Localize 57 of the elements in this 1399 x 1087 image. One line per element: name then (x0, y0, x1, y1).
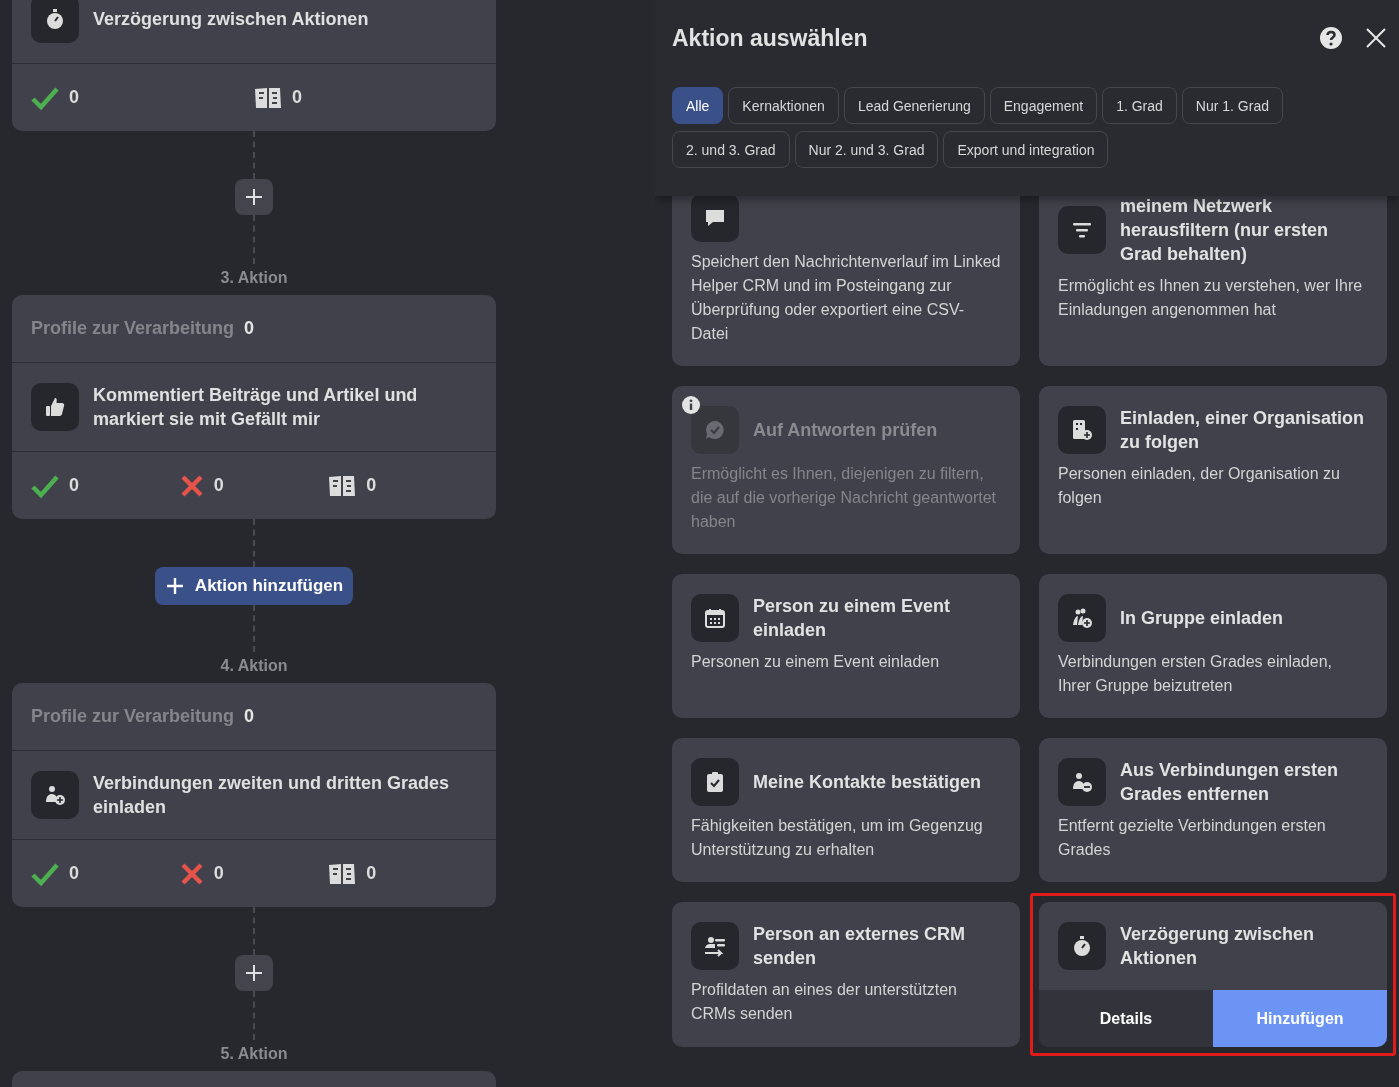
action-title: Person zu einem Event einladen (753, 595, 952, 642)
action-description: Verbindungen ersten Grades einladen, Ihrer Gruppe beizutreten (1058, 652, 1333, 696)
action-description: Personen zu einem Event einladen (691, 652, 941, 672)
action-title: Verzögerung zwischen Aktionen (1120, 923, 1316, 970)
action-description: Ermöglicht es Ihnen, diejenigen zu filtern, die auf die vorherige Nachricht geantwortet haben (691, 464, 998, 532)
filter-chip[interactable]: 1. Grad (1102, 87, 1177, 124)
stat-count: 0 (69, 87, 79, 108)
filter-chip[interactable]: 2. und 3. Grad (672, 131, 790, 168)
action-description: Personen einladen, der Organisation zu folgen (1058, 464, 1341, 508)
action-description: Profildaten an eines der unterstützten CRMs senden (691, 980, 958, 1024)
action-description: Fähigkeiten bestätigen, um im Gegenzug Unterstützung zu erhalten (691, 816, 984, 860)
profiles-label: Profile zur Verarbeitung (31, 706, 235, 727)
action-title: meinem Netzwerk herausfiltern (nur ersten Grad behalten) (1120, 196, 1330, 266)
action-option-card[interactable]: Speichert den Nachrichtenverlauf im Linked Helper CRM und im Posteingang zur Überprüfung oder exportiert eine CSV-Datei (672, 196, 1020, 366)
action-option-card[interactable]: Verzögerung zwischen Aktionen Details Hinzufügen (1039, 902, 1387, 1047)
action-title: Person an externes CRM senden (753, 923, 967, 970)
step-label: 4. Aktion (220, 657, 288, 675)
stat-count: 0 (69, 863, 79, 884)
action-description: Entfernt gezielte Verbindungen ersten Grades (1058, 816, 1327, 860)
action-title: Kommentiert Beiträge und Artikel und markiert sie mit Gefällt mir (93, 384, 419, 431)
details-button[interactable]: Details (1039, 990, 1213, 1047)
filter-chip[interactable]: Nur 2. und 3. Grad (794, 131, 939, 168)
step-label: 5. Aktion (220, 1045, 288, 1063)
filter-chip[interactable]: Kernaktionen (728, 87, 839, 124)
action-description: Speichert den Nachrichtenverlauf im Linked Helper CRM und im Posteingang zur Überprüfung oder exportiert eine CSV-Datei (691, 252, 1001, 344)
dialog-title: Aktion auswählen (672, 24, 869, 52)
action-option-card[interactable]: Person zu einem Event einladen Personen zu einem Event einladen (672, 574, 1020, 718)
filter-chip[interactable]: Lead Generierung (843, 87, 985, 124)
profiles-count: 0 (244, 706, 255, 727)
action-option-card[interactable]: Einladen, einer Organisation zu folgen Personen einladen, der Organisation zu folgen (1039, 386, 1387, 554)
stat-count: 0 (366, 863, 377, 884)
profiles-count: 0 (244, 318, 255, 339)
stat-count: 0 (213, 863, 224, 884)
action-option-card[interactable]: Aus Verbindungen ersten Grades entfernen Entfernt gezielte Verbindungen ersten Grades (1039, 738, 1387, 882)
profiles-label: Profile zur Verarbeitung (31, 318, 235, 339)
action-title: Auf Antworten prüfen (753, 419, 938, 442)
filter-chip[interactable]: Engagement (989, 87, 1098, 124)
action-title: Verzögerung zwischen Aktionen (93, 8, 369, 31)
action-option-card[interactable]: Meine Kontakte bestätigen Fähigkeiten bestätigen, um im Gegenzug Unterstützung zu erhalten (672, 738, 1020, 882)
filter-chip[interactable]: Nur 1. Grad (1181, 87, 1283, 124)
action-title: Meine Kontakte bestätigen (753, 771, 982, 794)
stat-count: 0 (366, 475, 377, 496)
action-description: Ermöglicht es Ihnen zu verstehen, wer Ihre Einladungen angenommen hat (1058, 276, 1364, 320)
filter-chip[interactable]: Alle (672, 87, 724, 124)
action-option-card[interactable]: In Gruppe einladen Verbindungen ersten Grades einladen, Ihrer Gruppe beizutreten (1039, 574, 1387, 718)
stat-count: 0 (69, 475, 79, 496)
add-action-button[interactable]: Aktion hinzufügen (154, 567, 354, 605)
stat-count: 0 (213, 475, 224, 496)
step-label: 3. Aktion (220, 269, 288, 287)
action-option-card[interactable]: meinem Netzwerk herausfiltern (nur ersten Grad behalten) Ermöglicht es Ihnen zu verstehen, wer Ihre Einladungen angenommen hat (1039, 196, 1387, 366)
action-title: Verbindungen zweiten und dritten Grades einladen (93, 772, 451, 819)
action-option-card[interactable]: Person an externes CRM senden Profildaten an eines der unterstützten CRMs senden (672, 902, 1020, 1047)
action-title: Aus Verbindungen ersten Grades entfernen (1120, 759, 1340, 806)
action-title: Einladen, einer Organisation zu folgen (1120, 407, 1366, 454)
filter-chip[interactable]: Export und integration (943, 131, 1109, 168)
action-title: In Gruppe einladen (1120, 607, 1284, 630)
stat-count: 0 (292, 87, 302, 108)
